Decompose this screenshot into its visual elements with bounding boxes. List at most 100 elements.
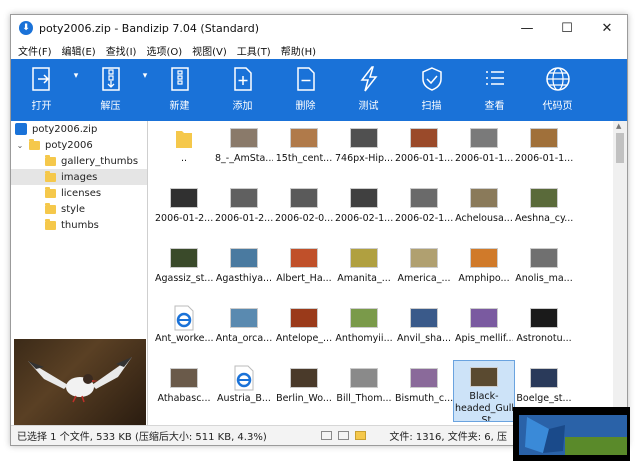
image-thumbnail (230, 247, 258, 269)
add-icon (230, 65, 256, 93)
file-item[interactable]: Amanita_... (334, 241, 394, 301)
chevron-down-icon[interactable]: ⌄ (15, 141, 25, 150)
file-item[interactable]: Anta_orca... (214, 301, 274, 361)
new-archive-button[interactable]: 新建 (153, 59, 206, 121)
file-item[interactable]: 2006-02-1... (394, 181, 454, 241)
menu-help[interactable]: 帮助(H) (276, 43, 321, 58)
maximize-button[interactable]: ☐ (547, 15, 587, 41)
scan-button[interactable]: 扫描 (405, 59, 458, 121)
file-item[interactable]: Bismuth_c... (394, 361, 454, 421)
minimize-button[interactable]: — (507, 15, 547, 41)
test-button[interactable]: 测试 (342, 59, 395, 121)
add-button[interactable]: 添加 (216, 59, 269, 121)
file-name: Anthomyii... (335, 333, 393, 344)
file-item[interactable]: Bill_Thom... (334, 361, 394, 421)
file-item[interactable]: 746px-Hip... (334, 121, 394, 181)
file-item[interactable]: Ant_worke... (154, 301, 214, 361)
file-item[interactable]: Aeshna_cy... (514, 181, 574, 241)
file-name: Astronotu... (516, 333, 572, 344)
scroll-up-arrow-icon[interactable]: ▲ (616, 122, 621, 130)
extract-dropdown-arrow-icon[interactable]: ▾ (137, 59, 153, 121)
tree-item-licenses[interactable]: licenses (11, 185, 147, 201)
tree-item-images[interactable]: images (11, 169, 147, 185)
file-item[interactable]: 2006-01-1... (454, 121, 514, 181)
scrollbar-thumb[interactable] (616, 133, 624, 163)
file-name: Boelge_st... (516, 393, 572, 404)
open-dropdown-arrow-icon[interactable]: ▾ (68, 59, 84, 121)
file-item[interactable]: Amphipo... (454, 241, 514, 301)
menu-find[interactable]: 查找(I) (101, 43, 142, 58)
file-item[interactable]: 2006-02-0... (274, 181, 334, 241)
image-thumbnail (170, 367, 198, 389)
file-item[interactable]: Berlin_Wo... (274, 361, 334, 421)
window-title: poty2006.zip - Bandizip 7.04 (Standard) (39, 21, 260, 35)
image-thumbnail (470, 247, 498, 269)
file-item[interactable]: 2006-01-2... (214, 181, 274, 241)
thumbnail-view-icon[interactable] (338, 431, 349, 440)
test-label: 测试 (358, 101, 379, 112)
menu-file[interactable]: 文件(F) (13, 43, 57, 58)
file-item[interactable]: Agasthiya... (214, 241, 274, 301)
scan-icon (419, 65, 445, 93)
menu-tools[interactable]: 工具(T) (232, 43, 276, 58)
file-item[interactable]: Austria_B... (214, 361, 274, 421)
file-item[interactable]: Anthomyii... (334, 301, 394, 361)
file-item[interactable]: 2006-01-1... (514, 121, 574, 181)
file-item[interactable]: Black-headed_Gull_-_St (453, 360, 515, 422)
file-item[interactable]: Athabasc... (154, 361, 214, 421)
tree-item-gallery-thumbs[interactable]: gallery_thumbs (11, 153, 147, 169)
menu-edit[interactable]: 编辑(E) (57, 43, 101, 58)
parent-folder-icon (170, 127, 198, 149)
file-item[interactable]: 15th_cent... (274, 121, 334, 181)
codepage-button[interactable]: 代码页 (531, 59, 584, 121)
codepage-label: 代码页 (542, 101, 573, 112)
file-item[interactable]: 2006-02-1... (334, 181, 394, 241)
file-item[interactable]: Antelope_... (274, 301, 334, 361)
file-item[interactable]: Astronotu... (514, 301, 574, 361)
file-item[interactable]: Agassiz_st... (154, 241, 214, 301)
image-thumbnail (350, 367, 378, 389)
file-name: 2006-01-1... (515, 153, 573, 164)
tree-folder-poty2006[interactable]: ⌄ poty2006 (11, 137, 147, 153)
file-item[interactable]: America_... (394, 241, 454, 301)
new-archive-label: 新建 (169, 101, 190, 112)
menu-options[interactable]: 选项(O) (141, 43, 187, 58)
app-window: ⬇ poty2006.zip - Bandizip 7.04 (Standard… (10, 14, 628, 446)
tree-root[interactable]: poty2006.zip (11, 121, 147, 137)
list-view-icon[interactable] (321, 431, 332, 440)
file-item[interactable]: Apis_mellif... (454, 301, 514, 361)
image-thumbnail (350, 127, 378, 149)
open-button[interactable]: 打开 (15, 59, 68, 121)
extract-button[interactable]: 解压 (84, 59, 137, 121)
file-item[interactable]: .. (154, 121, 214, 181)
file-name: 15th_cent... (275, 153, 333, 164)
file-item[interactable]: Achelousa... (454, 181, 514, 241)
bandizip-logo-icon: ⬇ (19, 21, 33, 35)
folder-icon (45, 218, 56, 230)
image-thumbnail (410, 367, 438, 389)
tree-item-style[interactable]: style (11, 201, 147, 217)
scan-label: 扫描 (421, 101, 442, 112)
vertical-scrollbar[interactable]: ▲ (613, 121, 627, 425)
image-thumbnail (170, 187, 198, 209)
delete-button[interactable]: 删除 (279, 59, 332, 121)
image-thumbnail (410, 187, 438, 209)
image-thumbnail (470, 367, 498, 387)
file-name: Bill_Thom... (336, 393, 392, 404)
file-item[interactable]: Anolis_ma... (514, 241, 574, 301)
image-thumbnail (530, 187, 558, 209)
view-button[interactable]: 查看 (468, 59, 521, 121)
file-item[interactable]: 8_-_AmSta... (214, 121, 274, 181)
file-item[interactable]: Anvil_sha... (394, 301, 454, 361)
file-item[interactable]: 2006-01-1... (394, 121, 454, 181)
main-content: poty2006.zip ⌄ poty2006 gallery_thumbs i… (11, 121, 627, 425)
image-thumbnail (470, 307, 498, 329)
tree-item-thumbs[interactable]: thumbs (11, 217, 147, 233)
file-item[interactable]: Albert_Ha... (274, 241, 334, 301)
menu-view[interactable]: 视图(V) (187, 43, 232, 58)
image-thumbnail (170, 247, 198, 269)
close-button[interactable]: ✕ (587, 15, 627, 41)
file-item[interactable]: 2006-01-2... (154, 181, 214, 241)
file-name: Anolis_ma... (515, 273, 573, 284)
file-name: Anta_orca... (215, 333, 273, 344)
